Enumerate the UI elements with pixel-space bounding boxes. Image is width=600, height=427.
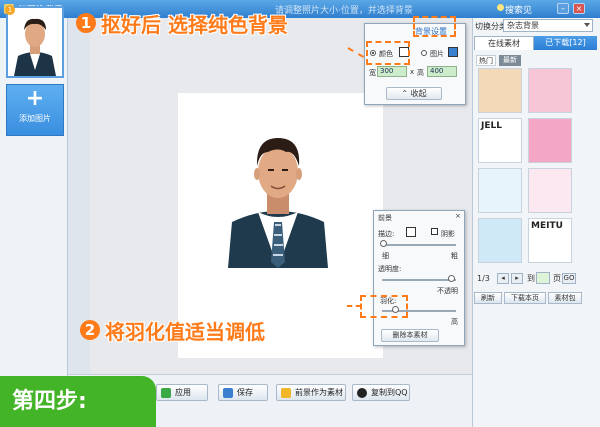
opacity-slider[interactable] xyxy=(382,279,456,281)
plus-icon: + xyxy=(25,86,45,111)
material-cover[interactable] xyxy=(478,68,522,113)
image-thumbnail[interactable]: 1 xyxy=(5,5,64,78)
image-picker-icon[interactable] xyxy=(448,47,458,57)
tab-online-material[interactable]: 在线素材 xyxy=(474,36,534,50)
minimize-button[interactable]: – xyxy=(557,3,569,14)
border-width-knob[interactable] xyxy=(380,240,387,247)
material-cover-title: JELL xyxy=(481,121,502,131)
height-label: 高 xyxy=(417,69,424,77)
border-width-slider[interactable] xyxy=(382,244,456,246)
prev-page-button[interactable]: ◂ xyxy=(497,273,509,284)
close-button[interactable]: × xyxy=(573,3,585,14)
material-cover[interactable] xyxy=(528,68,572,113)
collapse-label: 收起 xyxy=(410,89,427,98)
category-value: 杂志背景 xyxy=(507,21,539,30)
page-input[interactable] xyxy=(536,272,550,284)
help-link[interactable]: 搜索见 xyxy=(505,3,532,16)
material-cover[interactable] xyxy=(528,168,572,213)
highlight-feather-slider xyxy=(360,295,408,318)
collapse-button[interactable]: ⌃ 收起 xyxy=(386,87,442,100)
step-1-text: 抠好后 选择纯色背景 xyxy=(101,13,288,37)
image-option-label: 图片 xyxy=(430,50,444,58)
step-2-badge: 2 xyxy=(80,320,100,340)
add-image-label: 添加图片 xyxy=(19,114,51,123)
save-button[interactable]: 保存 xyxy=(218,384,268,401)
border-label: 描边: xyxy=(378,230,395,238)
material-cover-title: MEITU xyxy=(531,221,563,231)
shadow-label: 阴影 xyxy=(441,230,455,238)
foreground-as-material-button[interactable]: 前景作为素材 xyxy=(276,384,346,401)
refresh-button[interactable]: 刷新 xyxy=(474,292,502,304)
width-label: 宽 xyxy=(369,69,376,77)
star-icon xyxy=(281,388,291,398)
page-label: 页 xyxy=(553,274,561,283)
opacity-knob[interactable] xyxy=(448,275,455,282)
save-icon xyxy=(223,388,233,398)
goto-label: 到 xyxy=(527,274,535,283)
material-cover[interactable] xyxy=(528,118,572,163)
thin-label: 细 xyxy=(382,252,389,260)
size-x-label: x xyxy=(410,68,415,76)
page-indicator: 1/3 xyxy=(477,274,490,283)
subtab-hot[interactable]: 热门 xyxy=(476,55,496,66)
step-2-text: 将羽化值适当调低 xyxy=(105,320,265,344)
chevron-down-icon xyxy=(584,23,590,27)
window-hint: 请调整照片大小·位置，并选择背景 xyxy=(275,6,413,16)
material-cover[interactable]: MEITU xyxy=(528,218,572,263)
save-label: 保存 xyxy=(237,388,253,397)
apply-button[interactable]: 应用 xyxy=(156,384,208,401)
highlight-color-option xyxy=(366,41,410,65)
thumbnail-badge: 1 xyxy=(5,5,15,15)
height-input[interactable]: 400 xyxy=(427,66,457,77)
delete-material-button[interactable]: 删除本素材 xyxy=(381,329,439,342)
material-cover[interactable] xyxy=(478,168,522,213)
portrait-thumbnail xyxy=(8,8,62,76)
border-color-swatch[interactable] xyxy=(406,227,416,237)
help-icon[interactable] xyxy=(497,4,504,11)
portrait-photo[interactable] xyxy=(228,130,328,268)
foreground-close-button[interactable]: × xyxy=(455,212,461,220)
tab-downloaded[interactable]: 已下载[12] xyxy=(534,36,597,50)
collapse-icon: ⌃ xyxy=(401,89,411,98)
width-input[interactable]: 300 xyxy=(377,66,407,77)
opacity-label: 透明度: xyxy=(378,265,402,273)
add-image-button[interactable]: + 添加图片 xyxy=(6,84,64,136)
qq-icon xyxy=(357,388,367,398)
foreground-title: 前景 xyxy=(378,214,392,222)
category-select[interactable]: 杂志背景 xyxy=(503,19,593,32)
download-page-button[interactable]: 下载本页 xyxy=(504,292,546,304)
go-button[interactable]: GO xyxy=(562,273,576,284)
shadow-checkbox[interactable] xyxy=(431,228,438,235)
subtab-newest[interactable]: 最新 xyxy=(499,55,521,66)
foreground-as-material-label: 前景作为素材 xyxy=(295,388,343,397)
material-cover[interactable] xyxy=(478,218,522,263)
feather-high-label: 高 xyxy=(451,318,458,326)
step-banner: 第四步: xyxy=(0,376,156,427)
annotation-arrow-2 xyxy=(347,305,361,307)
step-1-badge: 1 xyxy=(76,13,96,33)
highlight-background-settings xyxy=(413,16,456,37)
copy-to-qq-button[interactable]: 复制到QQ xyxy=(352,384,410,401)
apply-label: 应用 xyxy=(175,388,191,397)
image-radio[interactable] xyxy=(421,50,427,56)
image-list-panel xyxy=(0,18,68,427)
thick-label: 粗 xyxy=(451,252,458,260)
material-cover[interactable]: JELL xyxy=(478,118,522,163)
check-icon xyxy=(161,388,171,398)
material-pack-button[interactable]: 素材包 xyxy=(548,292,582,304)
next-page-button[interactable]: ▸ xyxy=(511,273,523,284)
copy-to-qq-label: 复制到QQ xyxy=(371,388,408,397)
opaque-label: 不透明 xyxy=(437,287,458,295)
